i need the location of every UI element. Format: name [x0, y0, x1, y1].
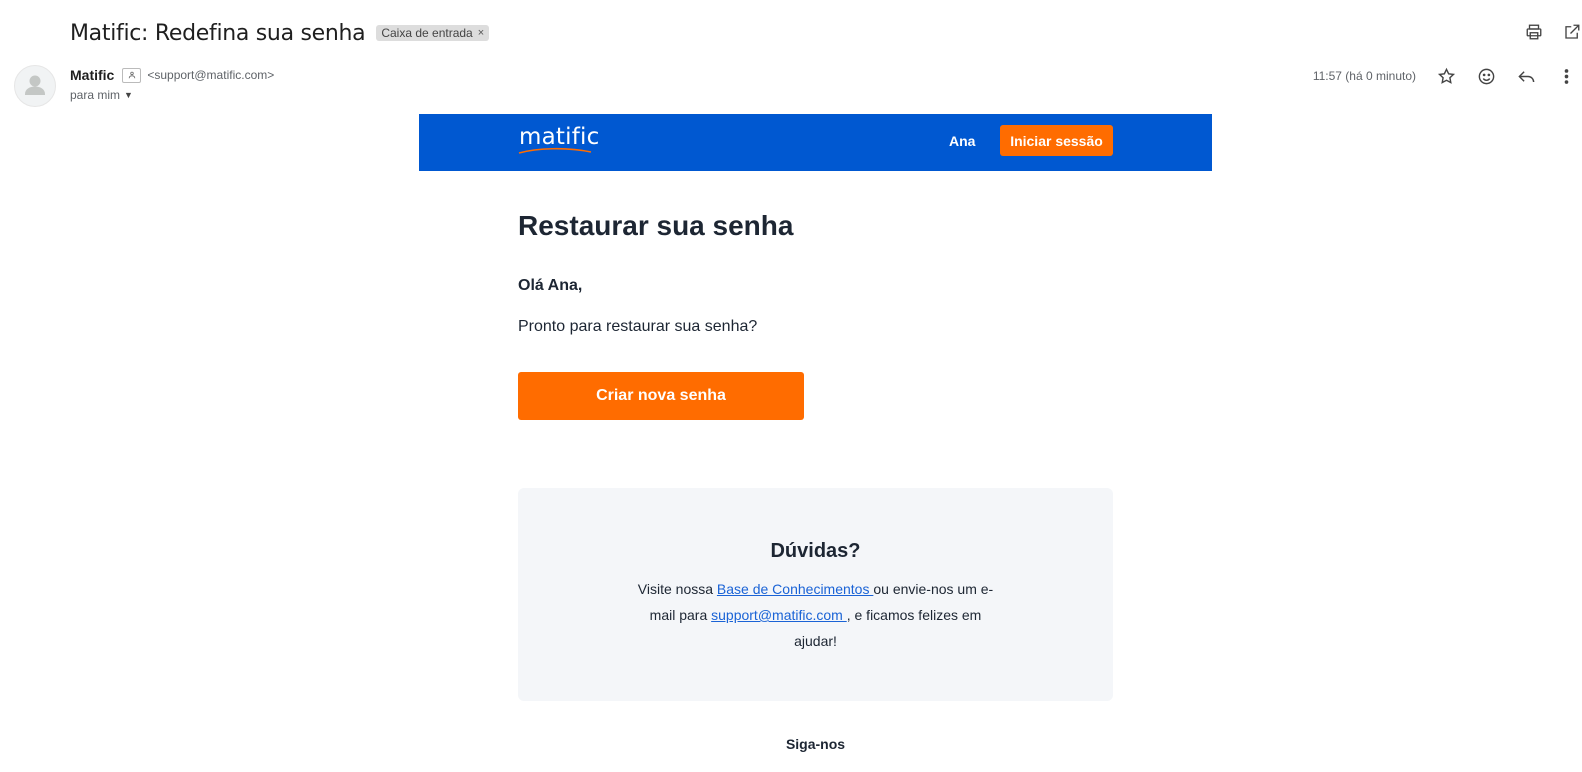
star-icon[interactable]	[1436, 66, 1456, 86]
help-text: Visite nossa Base de Conhecimentos ou en…	[633, 576, 998, 654]
print-icon[interactable]	[1524, 22, 1544, 42]
knowledge-base-link[interactable]: Base de Conhecimentos	[717, 581, 873, 597]
email-title: Restaurar sua senha	[518, 210, 794, 241]
follow-us-heading: Siga-nos	[785, 736, 846, 752]
sender-email: <support@matific.com>	[147, 68, 275, 82]
support-email-link[interactable]: support@matific.com	[711, 607, 847, 623]
create-new-password-button[interactable]: Criar nova senha	[518, 372, 804, 420]
sender-avatar[interactable]	[14, 65, 56, 107]
top-actions	[1524, 22, 1582, 42]
prompt-text: Pronto para restaurar sua senha?	[518, 318, 758, 335]
timestamp: 11:57 (há 0 minuto)	[1312, 69, 1416, 83]
more-vert-icon[interactable]	[1556, 66, 1576, 86]
help-title: Dúvidas?	[770, 540, 861, 562]
header-user-name: Ana	[949, 133, 976, 149]
email-brand-header: matific Ana Iniciar sessão	[419, 114, 1212, 171]
help-text-part-1: Visite nossa	[637, 581, 717, 597]
sender-verified-icon[interactable]	[122, 67, 142, 83]
chevron-down-icon: ▼	[124, 90, 133, 100]
login-button[interactable]: Iniciar sessão	[1000, 125, 1113, 156]
sender-row: Matific <support@matific.com>	[70, 67, 274, 83]
message-meta: 11:57 (há 0 minuto)	[1313, 66, 1582, 86]
recipient-details-toggle[interactable]: para mim ▼	[70, 88, 133, 102]
emoji-reaction-icon[interactable]	[1476, 66, 1496, 86]
open-in-new-window-icon[interactable]	[1562, 22, 1582, 42]
remove-label-button[interactable]: ×	[478, 27, 484, 39]
inbox-label-text: Caixa de entrada	[381, 26, 473, 40]
help-box: Dúvidas? Visite nossa Base de Conhecimen…	[518, 488, 1113, 701]
reply-icon[interactable]	[1516, 66, 1536, 86]
email-subject: Matific: Redefina sua senha	[70, 20, 366, 46]
recipient-text: para mim	[70, 88, 121, 102]
inbox-label-chip[interactable]: Caixa de entrada ×	[376, 25, 490, 41]
logo-swoosh-icon	[518, 147, 592, 154]
sender-name[interactable]: Matific	[70, 67, 114, 83]
greeting: Olá Ana,	[518, 277, 583, 294]
subject-row: Matific: Redefina sua senha Caixa de ent…	[70, 18, 490, 48]
